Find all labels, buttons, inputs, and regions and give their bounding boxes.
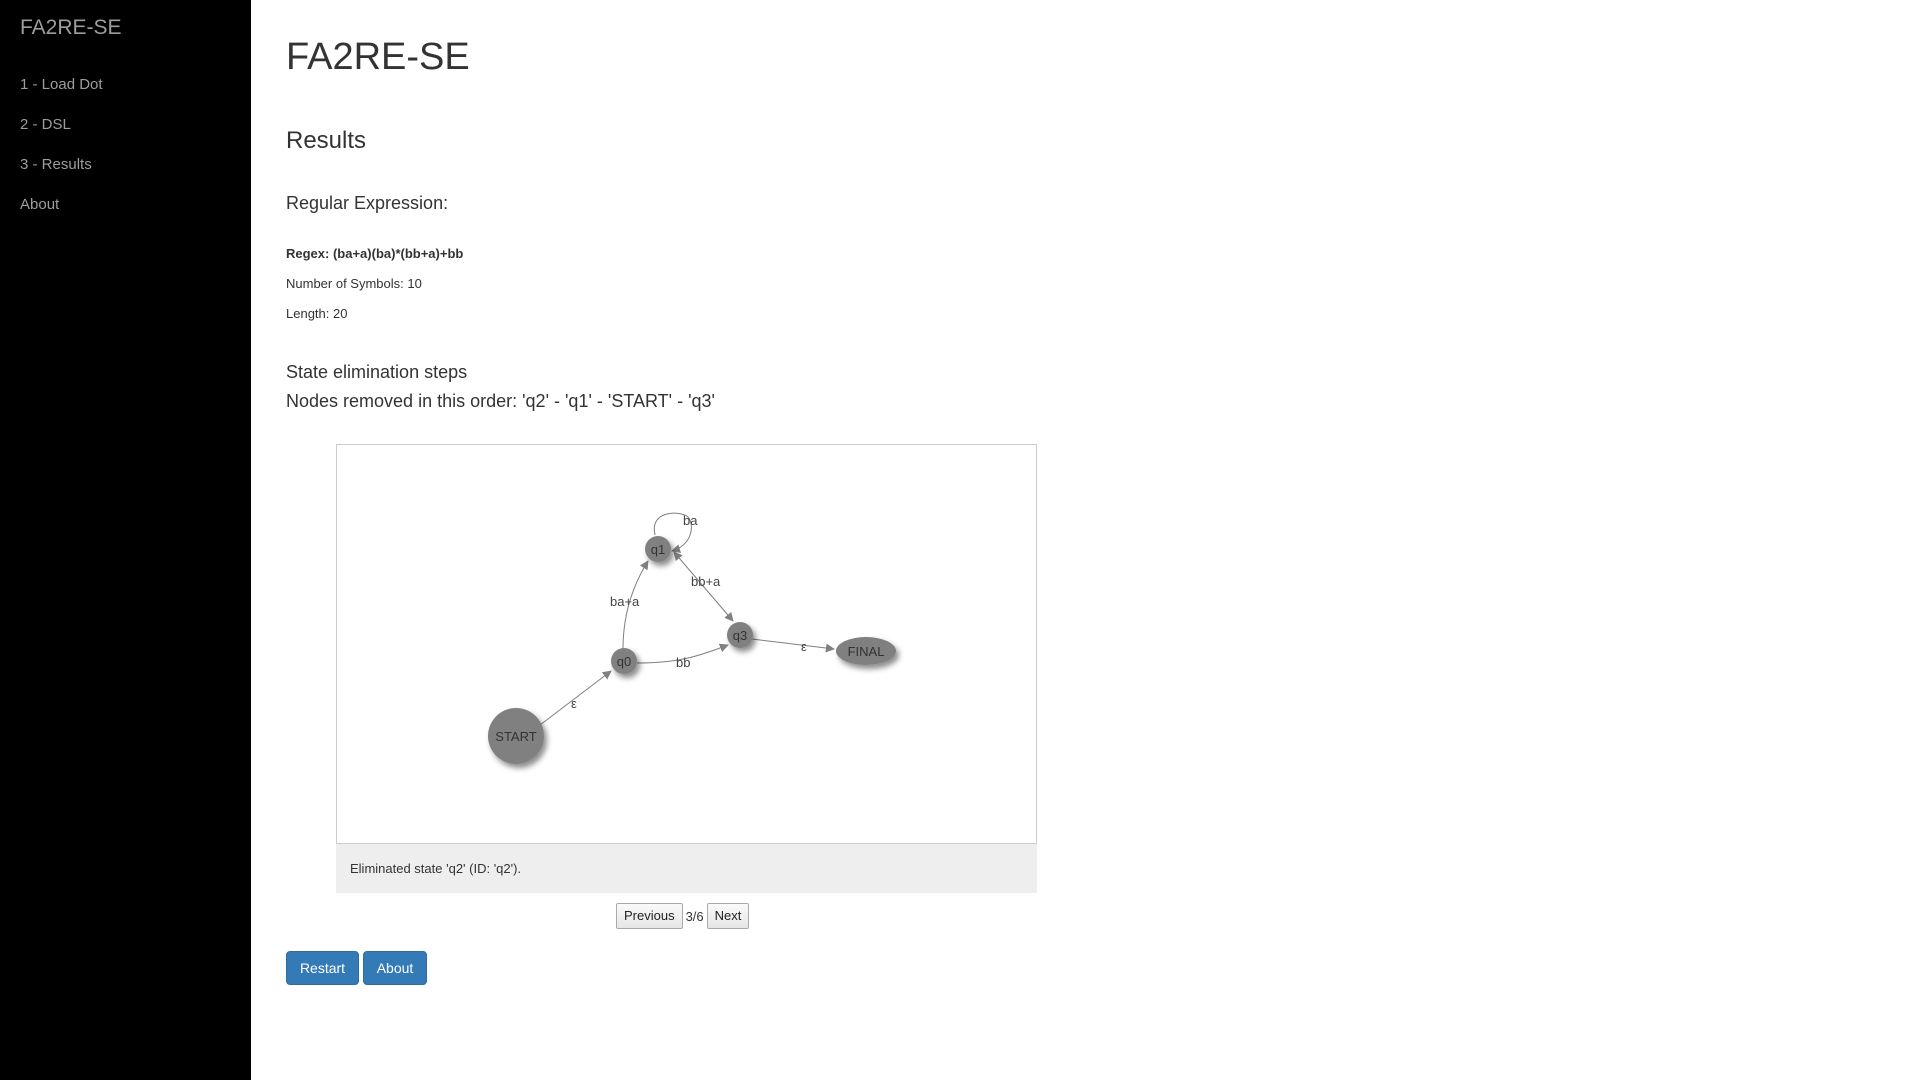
sidebar: FA2RE-SE 1 - Load Dot 2 - DSL 3 - Result…	[0, 0, 251, 1080]
page-title: FA2RE-SE	[286, 36, 470, 78]
steps-title: State elimination steps	[286, 362, 468, 382]
node-label-q0: q0	[617, 654, 631, 669]
edge-q0-q3: bb	[636, 643, 729, 670]
edge-label-q3-final: ε	[801, 639, 807, 654]
steps-order: Nodes removed in this order: 'q2' - 'q1'…	[286, 391, 715, 411]
about-button[interactable]: About	[363, 951, 427, 985]
node-label-q3: q3	[733, 628, 747, 643]
page-indicator: 3/6	[685, 908, 704, 924]
regex-length: Length: 20	[286, 306, 348, 321]
edge-label-q1-q3: bb+a	[691, 574, 721, 589]
sidebar-item-results[interactable]: 3 - Results	[0, 151, 251, 191]
edge-q3-final: ε	[751, 638, 835, 654]
node-q0[interactable]: q0	[611, 648, 637, 674]
edge-label-start-q0: ε	[571, 696, 577, 711]
graph-canvas[interactable]: ε ba+a ba bb+a bb ε START q0 q1 q3 FINAL	[336, 444, 1037, 844]
automaton-graph: ε ba+a ba bb+a bb ε START q0 q1 q3 FINAL	[488, 512, 896, 764]
node-label-start: START	[495, 729, 536, 744]
node-q3[interactable]: q3	[727, 622, 753, 648]
restart-button[interactable]: Restart	[286, 951, 359, 985]
node-label-final: FINAL	[848, 644, 885, 659]
edge-q1-q3: bb+a	[673, 551, 734, 622]
edge-label-q1-loop: ba	[683, 513, 698, 528]
node-start[interactable]: START	[488, 708, 544, 764]
edge-label-q0-q1: ba+a	[610, 594, 640, 609]
previous-button[interactable]: Previous	[616, 903, 683, 929]
step-caption: Eliminated state 'q2' (ID: 'q2').	[336, 844, 1037, 893]
sidebar-item-about[interactable]: About	[0, 191, 251, 231]
sidebar-item-load-dot[interactable]: 1 - Load Dot	[0, 71, 251, 111]
next-button[interactable]: Next	[706, 903, 750, 929]
section-title: Results	[286, 127, 367, 154]
subsection-title: Regular Expression:	[286, 193, 449, 213]
node-label-q1: q1	[651, 542, 665, 557]
regex-text: Regex: (ba+a)(ba)*(bb+a)+bb	[286, 246, 464, 261]
sidebar-item-dsl[interactable]: 2 - DSL	[0, 111, 251, 151]
symbols-count: Number of Symbols: 10	[286, 276, 422, 291]
step-pager: Previous 3/6 Next	[616, 903, 750, 929]
edge-label-q0-q3: bb	[676, 655, 690, 670]
node-q1[interactable]: q1	[645, 536, 671, 562]
brand-link[interactable]: FA2RE-SE	[20, 16, 122, 40]
sidebar-nav: 1 - Load Dot 2 - DSL 3 - Results About	[0, 71, 251, 231]
edge-q0-q1: ba+a	[610, 560, 649, 650]
node-final[interactable]: FINAL	[836, 637, 896, 665]
edge-start-q0: ε	[539, 670, 612, 726]
